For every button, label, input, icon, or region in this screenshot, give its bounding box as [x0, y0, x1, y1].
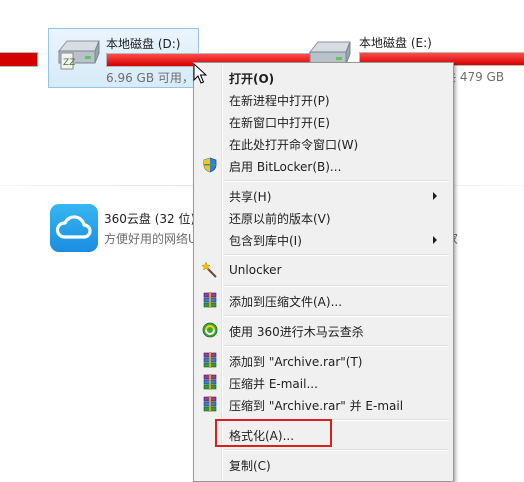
- format-highlight-box: [215, 419, 332, 447]
- menu-item-open-new-window[interactable]: 在新窗口中打开(E): [196, 110, 451, 132]
- menu-item-add-to-archive[interactable]: 添加到压缩文件(A)...: [196, 289, 451, 311]
- submenu-arrow-icon: [433, 192, 437, 200]
- winrar-icon: [203, 374, 217, 390]
- menu-item-share[interactable]: 共享(H): [196, 184, 451, 206]
- menu-item-label: Unlocker: [229, 263, 282, 277]
- menu-item-open-new-process[interactable]: 在新进程中打开(P): [196, 88, 451, 110]
- app-360-cloud-name: 360云盘 (32 位): [104, 212, 196, 226]
- menu-item-label: 复制(C): [229, 459, 271, 473]
- menu-item-label: 压缩到 "Archive.rar" 并 E-mail: [229, 399, 404, 413]
- menu-item-label: 使用 360进行木马云查杀: [229, 325, 364, 339]
- svg-text:ZZ: ZZ: [63, 58, 75, 68]
- menu-item-add-to-archive-rar[interactable]: 添加到 "Archive.rar"(T): [196, 349, 451, 371]
- menu-item-unlocker[interactable]: Unlocker: [196, 259, 451, 281]
- mouse-cursor-icon: [193, 63, 207, 84]
- menu-separator: [224, 449, 449, 451]
- menu-item-label: 打开(O): [229, 72, 275, 86]
- menu-separator: [224, 345, 449, 347]
- menu-item-label: 共享(H): [229, 190, 272, 204]
- drive-d-free-space: 6.96 GB 可用，: [106, 71, 194, 85]
- menu-item-label: 压缩并 E-mail...: [229, 377, 318, 391]
- menu-item-360-trojan-scan[interactable]: 使用 360进行木马云查杀: [196, 319, 451, 341]
- winrar-icon: [203, 396, 217, 412]
- winrar-icon: [203, 352, 217, 368]
- menu-item-label: 在新窗口中打开(E): [229, 116, 330, 130]
- winrar-icon: [203, 292, 217, 308]
- previous-drive-usage-bar: [0, 52, 38, 67]
- menu-separator: [224, 254, 449, 256]
- menu-item-compress-and-email[interactable]: 压缩并 E-mail...: [196, 371, 451, 393]
- submenu-arrow-icon: [433, 236, 437, 244]
- bitlocker-shield-icon: [203, 157, 217, 173]
- menu-item-label: 启用 BitLocker(B)...: [229, 160, 342, 174]
- menu-separator: [224, 315, 449, 317]
- unlocker-wand-icon: [202, 262, 217, 278]
- menu-item-label: 添加到压缩文件(A)...: [229, 295, 343, 309]
- menu-item-open[interactable]: 打开(O): [196, 66, 451, 88]
- menu-item-label: 添加到 "Archive.rar"(T): [229, 355, 363, 369]
- menu-item-restore-previous-versions[interactable]: 还原以前的版本(V): [196, 206, 451, 228]
- menu-item-label: 还原以前的版本(V): [229, 212, 331, 226]
- menu-item-label: 包含到库中(I): [229, 234, 302, 248]
- app-360-cloud-description: 方便好用的网络U: [104, 232, 197, 246]
- menu-item-label: 在新进程中打开(P): [229, 94, 330, 108]
- menu-separator: [224, 285, 449, 287]
- menu-item-label: 在此处打开命令窗口(W): [229, 138, 359, 152]
- drive-e-name: 本地磁盘 (E:): [359, 36, 432, 50]
- hard-drive-icon: ZZ: [57, 40, 100, 70]
- 360-scan-icon: [202, 322, 218, 338]
- menu-item-copy[interactable]: 复制(C): [196, 453, 451, 475]
- menu-separator: [224, 180, 449, 182]
- menu-item-bitlocker[interactable]: 启用 BitLocker(B)...: [196, 154, 451, 176]
- drive-d-tile[interactable]: ZZ 本地磁盘 (D:) 6.96 GB 可用，: [48, 28, 346, 88]
- 360-cloud-logo-icon: [50, 204, 98, 252]
- menu-item-include-in-library[interactable]: 包含到库中(I): [196, 228, 451, 250]
- menu-item-compress-to-archive-rar-and-email[interactable]: 压缩到 "Archive.rar" 并 E-mail: [196, 393, 451, 415]
- menu-item-open-command-window[interactable]: 在此处打开命令窗口(W): [196, 132, 451, 154]
- drive-d-name: 本地磁盘 (D:): [106, 37, 181, 51]
